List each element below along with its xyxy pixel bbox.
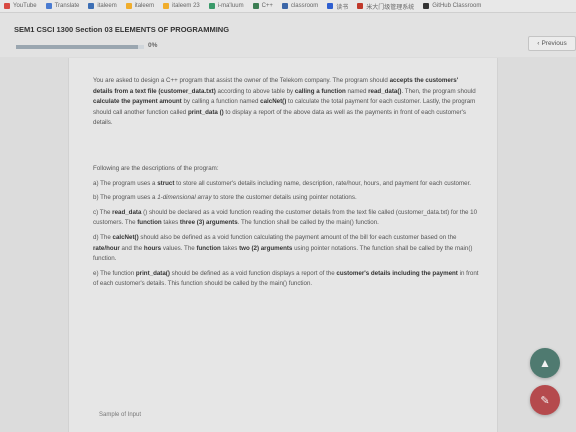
text-bold: print_data ()	[187, 108, 224, 116]
bookmarks-bar: YouTube Translate italeem italeem italeem 23…	[0, 0, 576, 13]
bookmark-item[interactable]: YouTube	[4, 3, 37, 9]
problem-statement: You are asked to design a C++ program th…	[93, 76, 479, 129]
bookmark-item[interactable]: C++	[252, 3, 273, 9]
youtube-icon	[4, 3, 10, 9]
bookmark-label: italeem	[134, 3, 155, 9]
text: takes	[220, 244, 240, 252]
text: by calling a function named	[181, 98, 261, 106]
classroom-icon	[281, 3, 288, 9]
text: to store the customer details using poin…	[211, 194, 357, 202]
text: named	[345, 87, 369, 95]
text: values. The	[161, 244, 197, 252]
previous-button[interactable]: ‹ Previous	[528, 36, 576, 51]
description-item-c: c) The read_data () should be declared a…	[93, 208, 479, 229]
text: e) The function	[93, 269, 136, 277]
bookmark-item[interactable]: i-ma'luum	[208, 3, 244, 9]
text: takes	[161, 219, 180, 227]
text: You are asked to design a C++ program th…	[93, 77, 390, 84]
description-item-e: e) The function print_data() should be d…	[93, 269, 479, 290]
text: d) The	[93, 233, 113, 241]
text-bold: print_data()	[135, 269, 170, 277]
bookmark-item[interactable]: italeem	[125, 3, 155, 9]
reading-icon	[327, 3, 334, 9]
text-bold: calcNet()	[260, 98, 287, 106]
bookmark-label: GitHub Classroom	[432, 3, 482, 9]
text-bold: calculate the payment amount	[93, 98, 182, 106]
text: according to above table by	[215, 87, 295, 95]
description-item-b: b) The program uses a 1-dimensional arra…	[93, 193, 479, 204]
scroll-to-top-button[interactable]: ▲	[530, 348, 560, 378]
text-bold: three (3) arguments	[179, 219, 238, 227]
text: b) The program uses a	[93, 194, 158, 202]
text: and the	[119, 244, 144, 252]
bookmark-item[interactable]: Translate	[45, 3, 80, 9]
bookmark-item[interactable]: GitHub Classroom	[423, 3, 481, 9]
italeem-icon	[88, 3, 95, 9]
text-bold: read_data()	[368, 87, 402, 95]
progress-percentage: 0%	[148, 42, 158, 49]
chevron-left-icon: ‹	[537, 40, 540, 47]
bookmark-label: 读书	[336, 4, 349, 11]
mail-icon	[357, 3, 364, 9]
text-bold: calling a function	[294, 87, 346, 95]
bookmark-item[interactable]: 读书	[327, 2, 348, 11]
text-bold: customer's details including the payment	[336, 269, 458, 277]
bookmark-label: italeem 23	[172, 3, 200, 9]
text-bold: calcNet()	[112, 233, 139, 241]
text-bold: two (2) arguments	[239, 244, 293, 252]
text-bold: struct	[157, 179, 175, 187]
text-bold: function	[137, 219, 162, 227]
translate-icon	[45, 3, 52, 9]
arrow-up-icon: ▲	[539, 356, 551, 370]
bookmark-label: Translate	[54, 3, 80, 9]
description-item-a: a) The program uses a struct to store al…	[93, 179, 479, 190]
github-icon	[423, 3, 430, 9]
pencil-icon: ✎	[540, 394, 550, 407]
course-header: SEM1 CSCI 1300 Section 03 ELEMENTS OF PR…	[0, 13, 576, 57]
progress-fill	[16, 45, 138, 49]
description-item-d: d) The calcNet() should also be defined …	[93, 233, 479, 265]
text-bold: rate/hour	[93, 244, 120, 252]
course-title: SEM1 CSCI 1300 Section 03 ELEMENTS OF PR…	[14, 25, 230, 34]
sample-input-heading: Sample of Input	[99, 412, 142, 418]
bookmark-label: 米大门级管理系统	[366, 4, 415, 11]
bookmark-label: YouTube	[13, 3, 37, 9]
bookmark-label: i-ma'luum	[217, 3, 244, 9]
bookmark-label: classroom	[290, 3, 319, 9]
italeem-icon	[125, 3, 132, 9]
bookmark-item[interactable]: italeem 23	[163, 3, 200, 9]
bookmark-label: C++	[261, 3, 273, 9]
content-panel: You are asked to design a C++ program th…	[68, 58, 498, 432]
progress-bar	[16, 45, 144, 49]
previous-label: Previous	[541, 40, 567, 47]
program-descriptions: Following are the descriptions of the pr…	[93, 164, 479, 294]
text: should also be defined as a void functio…	[138, 233, 457, 241]
text-bold: hours	[143, 244, 162, 252]
text: to store all customer's details includin…	[174, 179, 472, 187]
text: c) The	[93, 208, 113, 216]
cpp-icon	[252, 3, 259, 9]
text-bold: read_data	[112, 208, 142, 216]
bookmark-label: italeem	[97, 3, 117, 9]
bookmark-item[interactable]: italeem	[88, 3, 117, 9]
text: . Then, the program should	[401, 87, 476, 95]
imaluum-icon	[208, 3, 215, 9]
italeem-icon	[163, 3, 170, 9]
text-bold: function	[196, 244, 221, 252]
bookmark-item[interactable]: 米大门级管理系统	[357, 2, 414, 11]
bookmark-item[interactable]: classroom	[281, 3, 319, 9]
text: should be defined as a void function dis…	[169, 269, 337, 277]
text: a) The program uses a	[93, 179, 158, 187]
text: . The function shall be called by the ma…	[237, 219, 379, 227]
text-italic: 1-dimensional array	[157, 194, 212, 202]
edit-button[interactable]: ✎	[530, 385, 560, 415]
descriptions-intro: Following are the descriptions of the pr…	[93, 165, 219, 172]
